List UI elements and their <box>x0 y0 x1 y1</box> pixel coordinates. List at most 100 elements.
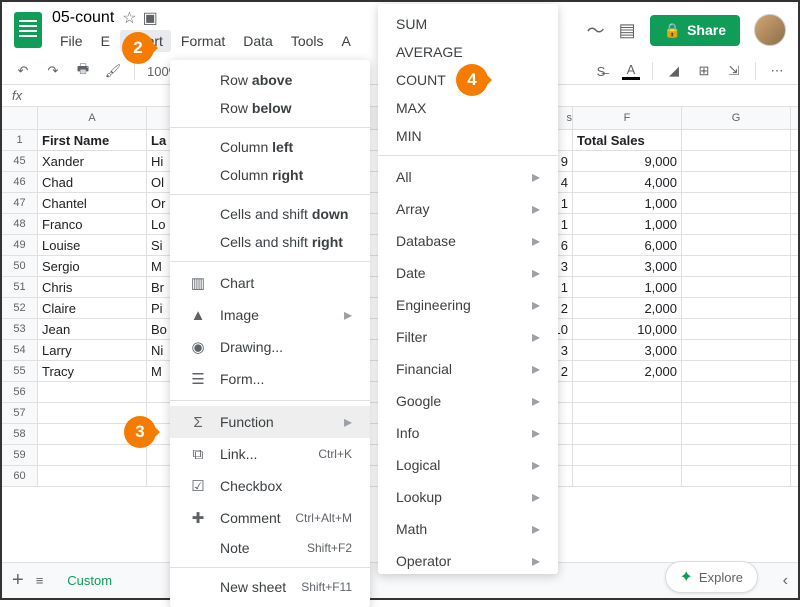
cell[interactable]: Louise <box>38 235 147 255</box>
sheet-tab[interactable]: Custom <box>55 567 124 594</box>
cell[interactable]: Sergio <box>38 256 147 276</box>
insert-comment[interactable]: ✚CommentCtrl+Alt+M <box>170 502 370 534</box>
func-category[interactable]: Database▸ <box>378 225 558 257</box>
cell[interactable]: 9,000 <box>573 151 682 171</box>
cell[interactable]: 1,000 <box>573 193 682 213</box>
insert-row-below[interactable]: Row below <box>170 94 370 122</box>
cell[interactable]: First Name <box>38 130 147 150</box>
col-header[interactable]: A <box>38 107 147 129</box>
share-button[interactable]: 🔒 Share <box>650 15 740 46</box>
cell[interactable]: 1,000 <box>573 214 682 234</box>
insert-function[interactable]: ΣFunction▸ <box>170 406 370 438</box>
row-header[interactable]: 53 <box>2 319 38 339</box>
func-category[interactable]: Financial▸ <box>378 353 558 385</box>
row-header[interactable]: 51 <box>2 277 38 297</box>
row-header[interactable]: 50 <box>2 256 38 276</box>
func-category[interactable]: Date▸ <box>378 257 558 289</box>
open-trends-icon[interactable]: 〜 <box>587 17 605 43</box>
menu-addons[interactable]: A <box>334 30 359 52</box>
col-header[interactable]: G <box>682 107 791 129</box>
borders-icon[interactable]: ⊞ <box>695 62 713 80</box>
cell[interactable]: Chantel <box>38 193 147 213</box>
row-header[interactable]: 1 <box>2 130 38 150</box>
print-icon[interactable]: 🖶 <box>74 62 92 80</box>
insert-chart[interactable]: ▥Chart <box>170 267 370 299</box>
cell[interactable]: Jean <box>38 319 147 339</box>
avatar[interactable] <box>754 14 786 46</box>
func-sum[interactable]: SUM <box>378 10 558 38</box>
row-header[interactable]: 48 <box>2 214 38 234</box>
insert-column-right[interactable]: Column right <box>170 161 370 189</box>
more-toolbar-icon[interactable]: ⋯ <box>768 62 786 80</box>
func-category[interactable]: Math▸ <box>378 513 558 545</box>
cell[interactable]: 2,000 <box>573 361 682 381</box>
cell[interactable]: Xander <box>38 151 147 171</box>
cell[interactable]: Total Sales <box>573 130 682 150</box>
insert-link[interactable]: ⧉Link...Ctrl+K <box>170 438 370 470</box>
folder-icon[interactable]: ▣ <box>143 8 158 28</box>
menu-format[interactable]: Format <box>173 30 233 52</box>
cell[interactable]: Larry <box>38 340 147 360</box>
cell[interactable]: 3,000 <box>573 340 682 360</box>
cell[interactable]: Tracy <box>38 361 147 381</box>
paint-format-icon[interactable]: 🖌 <box>104 62 122 80</box>
row-header[interactable]: 57 <box>2 403 38 423</box>
text-color-icon[interactable]: A <box>622 62 640 80</box>
insert-cells-right[interactable]: Cells and shift right <box>170 228 370 256</box>
insert-checkbox[interactable]: ☑Checkbox <box>170 470 370 502</box>
row-header[interactable]: 45 <box>2 151 38 171</box>
func-category[interactable]: Info▸ <box>378 417 558 449</box>
cell[interactable]: 6,000 <box>573 235 682 255</box>
row-header[interactable]: 59 <box>2 445 38 465</box>
insert-image[interactable]: ▲Image▸ <box>170 299 370 331</box>
func-category[interactable]: Filter▸ <box>378 321 558 353</box>
func-category[interactable]: Lookup▸ <box>378 481 558 513</box>
cell[interactable]: 2,000 <box>573 298 682 318</box>
insert-note[interactable]: NoteShift+F2 <box>170 534 370 562</box>
chevron-left-icon[interactable]: ‹ <box>783 572 788 590</box>
func-category[interactable]: Google▸ <box>378 385 558 417</box>
row-header[interactable]: 55 <box>2 361 38 381</box>
menu-edit[interactable]: E <box>93 30 118 52</box>
explore-button[interactable]: ✦ Explore <box>665 561 758 593</box>
all-sheets-icon[interactable]: ≡ <box>36 573 44 588</box>
comments-icon[interactable]: ▤ <box>619 20 636 41</box>
row-header[interactable]: 54 <box>2 340 38 360</box>
func-category[interactable]: Array▸ <box>378 193 558 225</box>
merge-icon[interactable]: ⇲ <box>725 62 743 80</box>
insert-row-above[interactable]: Row above <box>170 66 370 94</box>
func-category[interactable]: Logical▸ <box>378 449 558 481</box>
document-title[interactable]: 05-count <box>52 9 114 27</box>
insert-column-left[interactable]: Column left <box>170 133 370 161</box>
cell[interactable]: 10,000 <box>573 319 682 339</box>
cell[interactable]: Claire <box>38 298 147 318</box>
redo-icon[interactable]: ↷ <box>44 62 62 80</box>
row-header[interactable]: 47 <box>2 193 38 213</box>
insert-drawing[interactable]: ◉Drawing... <box>170 331 370 363</box>
star-icon[interactable]: ☆ <box>122 8 136 28</box>
func-max[interactable]: MAX <box>378 94 558 122</box>
func-category[interactable]: Engineering▸ <box>378 289 558 321</box>
row-header[interactable]: 49 <box>2 235 38 255</box>
col-header[interactable]: F <box>573 107 682 129</box>
menu-tools[interactable]: Tools <box>283 30 332 52</box>
fill-color-icon[interactable]: ◢ <box>665 62 683 80</box>
cell[interactable]: 1,000 <box>573 277 682 297</box>
func-min[interactable]: MIN <box>378 122 558 150</box>
strikethrough-icon[interactable]: S̶ <box>592 62 610 80</box>
insert-cells-down[interactable]: Cells and shift down <box>170 200 370 228</box>
row-header[interactable]: 52 <box>2 298 38 318</box>
cell[interactable]: Chad <box>38 172 147 192</box>
select-all-corner[interactable] <box>2 107 38 129</box>
row-header[interactable]: 56 <box>2 382 38 402</box>
row-header[interactable]: 58 <box>2 424 38 444</box>
add-sheet-icon[interactable]: + <box>12 569 24 592</box>
func-category[interactable]: All▸ <box>378 161 558 193</box>
insert-new-sheet[interactable]: New sheetShift+F11 <box>170 573 370 601</box>
row-header[interactable]: 60 <box>2 466 38 486</box>
undo-icon[interactable]: ↶ <box>14 62 32 80</box>
cell[interactable]: 3,000 <box>573 256 682 276</box>
cell[interactable]: Chris <box>38 277 147 297</box>
row-header[interactable]: 46 <box>2 172 38 192</box>
func-average[interactable]: AVERAGE <box>378 38 558 66</box>
